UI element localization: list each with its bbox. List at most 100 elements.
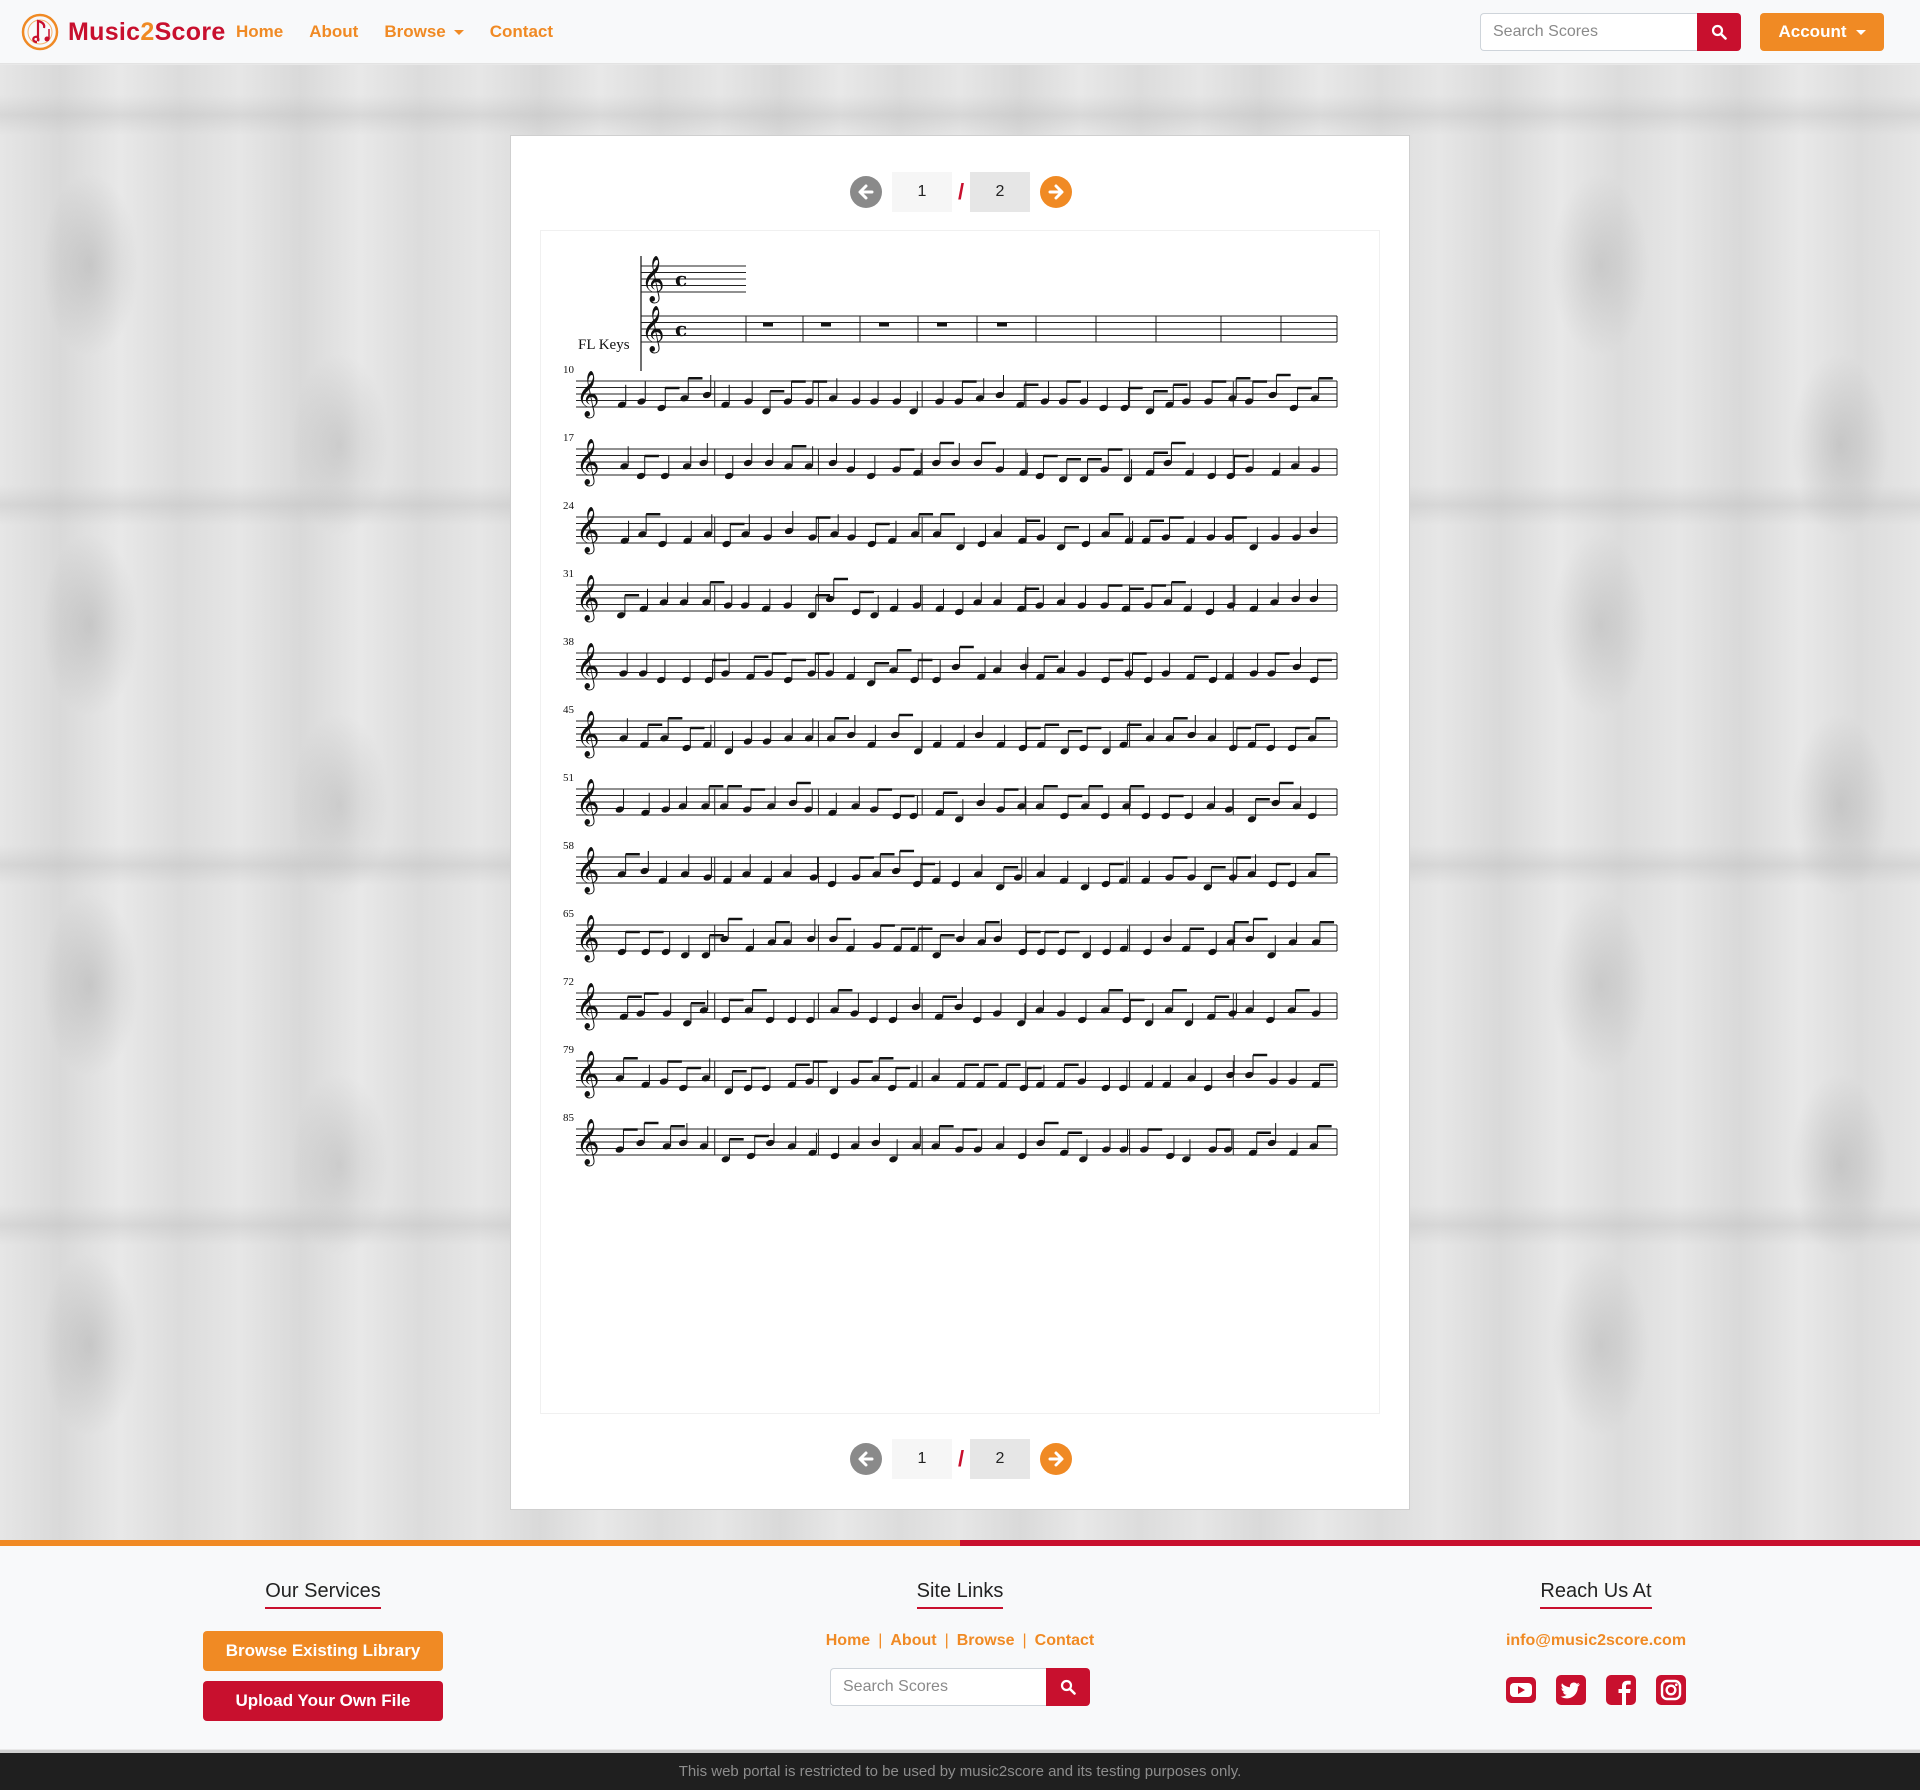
score-header-system: 𝄞 c 𝄞 c FL Keys [578, 256, 1338, 371]
music-system: 𝄞85 [563, 1112, 1338, 1167]
arrow-left-icon [858, 184, 874, 200]
chevron-down-icon [453, 29, 464, 35]
svg-text:24: 24 [563, 500, 575, 512]
disclaimer-text: This web portal is restricted to be used… [678, 1763, 1242, 1780]
page-navigator-bottom: 1 / 2 [511, 1439, 1411, 1479]
link-separator: | [1022, 1632, 1027, 1649]
prev-page-button[interactable] [850, 176, 882, 208]
next-page-button[interactable] [1040, 176, 1072, 208]
page-navigator-top: 1 / 2 [511, 172, 1411, 212]
contact-email-link[interactable]: info@music2score.com [1506, 1632, 1686, 1650]
music-system: 𝄞72 [563, 976, 1338, 1031]
svg-text:58: 58 [563, 840, 575, 852]
svg-text:𝄞: 𝄞 [576, 643, 600, 691]
services-title: Our Services [265, 1580, 381, 1609]
svg-text:65: 65 [563, 908, 575, 920]
nav-search-button[interactable] [1697, 13, 1741, 51]
nav-home[interactable]: Home [236, 22, 283, 42]
svg-text:72: 72 [563, 976, 574, 988]
footer-link-browse[interactable]: Browse [957, 1632, 1015, 1650]
prev-page-button[interactable] [850, 1443, 882, 1475]
browse-library-button[interactable]: Browse Existing Library [203, 1631, 443, 1671]
next-page-button[interactable] [1040, 1443, 1072, 1475]
current-page-field[interactable]: 1 [892, 172, 952, 212]
music-system: 𝄞31 [563, 568, 1338, 623]
svg-text:𝄞: 𝄞 [576, 915, 600, 963]
footer-link-about[interactable]: About [890, 1632, 936, 1650]
music-logo-icon [21, 13, 59, 51]
svg-text:𝄞: 𝄞 [576, 711, 600, 759]
svg-text:85: 85 [563, 1112, 575, 1124]
music-system: 𝄞45 [563, 704, 1338, 759]
svg-text:45: 45 [563, 704, 575, 716]
page-separator: / [957, 179, 965, 204]
sheet-music-page: 𝄞 c 𝄞 c FL Keys 𝄞 10 𝄞 17 𝄞 24 𝄞 31 𝄞 38 𝄞 45 𝄞 51 𝄞 58 𝄞 6… [541, 231, 1379, 1413]
main-nav: Home About Browse Contact [236, 0, 579, 64]
svg-text:𝄞: 𝄞 [576, 983, 600, 1031]
account-dropdown-button[interactable]: Account [1760, 13, 1884, 51]
current-page-field[interactable]: 1 [892, 1439, 952, 1479]
nav-contact[interactable]: Contact [490, 22, 553, 42]
search-icon [1060, 1679, 1076, 1695]
svg-text:𝄞: 𝄞 [576, 575, 600, 623]
svg-text:17: 17 [563, 432, 575, 444]
music-system: 𝄞10 [563, 364, 1338, 419]
svg-text:𝄞: 𝄞 [641, 256, 665, 304]
music-system: 𝄞79 [563, 1044, 1338, 1099]
footer-search-form [830, 1668, 1090, 1706]
link-separator: | [944, 1632, 949, 1649]
nav-about[interactable]: About [309, 22, 358, 42]
svg-text:c: c [675, 267, 687, 291]
brand-link[interactable]: Music2Score [20, 12, 226, 52]
svg-text:38: 38 [563, 636, 575, 648]
nav-search-form [1480, 13, 1741, 51]
footer-links: Home | About | Browse | Contact [826, 1632, 1094, 1650]
nav-search-input[interactable] [1480, 13, 1697, 51]
svg-text:𝄞: 𝄞 [576, 847, 600, 895]
instagram-icon[interactable] [1655, 1674, 1687, 1706]
arrow-right-icon [1048, 1451, 1064, 1467]
svg-text:𝄞: 𝄞 [641, 306, 665, 354]
music-system: 𝄞65 [563, 908, 1338, 963]
score-viewer-card: 1 / 2 𝄞 c 𝄞 c FL Keys 𝄞 10 𝄞 17 𝄞 24 𝄞 31 𝄞 38 𝄞 45 𝄞 5… [510, 135, 1410, 1510]
nav-browse-dropdown[interactable]: Browse [384, 22, 464, 42]
sheet-music-notation: 𝄞 c 𝄞 c FL Keys 𝄞10𝄞17𝄞24𝄞31𝄞38𝄞45𝄞51𝄞58𝄞6… [563, 256, 1338, 1167]
total-pages: 2 [970, 1439, 1030, 1479]
contact-title: Reach Us At [1540, 1580, 1652, 1609]
svg-text:𝄞: 𝄞 [576, 1119, 600, 1167]
facebook-icon[interactable] [1605, 1674, 1637, 1706]
background-texture [0, 95, 1920, 135]
top-navbar: Music2Score Home About Browse Contact Ac… [0, 0, 1920, 64]
svg-text:𝄞: 𝄞 [576, 779, 600, 827]
instrument-label: FL Keys [578, 337, 630, 353]
nav-browse-label: Browse [384, 22, 446, 41]
music-system: 𝄞17 [563, 432, 1338, 487]
footer-site-links: Site Links Home | About | Browse | Conta… [640, 1546, 1280, 1706]
music-system: 𝄞24 [563, 500, 1338, 555]
youtube-icon[interactable] [1505, 1674, 1537, 1706]
footer-services: Our Services Browse Existing Library Upl… [3, 1546, 643, 1721]
svg-text:𝄞: 𝄞 [576, 439, 600, 487]
svg-text:𝄞: 𝄞 [576, 1051, 600, 1099]
svg-text:𝄞: 𝄞 [576, 507, 600, 555]
footer-link-home[interactable]: Home [826, 1632, 870, 1650]
svg-text:𝄞: 𝄞 [576, 371, 600, 419]
footer-search-input[interactable] [830, 1668, 1046, 1706]
footer-contact: Reach Us At info@music2score.com [1276, 1546, 1916, 1706]
upload-file-button[interactable]: Upload Your Own File [203, 1681, 443, 1721]
arrow-right-icon [1048, 184, 1064, 200]
brand-name: Music2Score [68, 17, 226, 46]
footer-link-contact[interactable]: Contact [1035, 1632, 1095, 1650]
footer-disclaimer: This web portal is restricted to be used… [0, 1750, 1920, 1790]
chevron-down-icon [1855, 29, 1866, 35]
svg-text:51: 51 [563, 772, 574, 784]
account-label: Account [1778, 22, 1847, 41]
twitter-icon[interactable] [1555, 1674, 1587, 1706]
svg-text:79: 79 [563, 1044, 575, 1056]
search-icon [1711, 24, 1727, 40]
svg-text:10: 10 [563, 364, 575, 376]
arrow-left-icon [858, 1451, 874, 1467]
music-system: 𝄞58 [563, 840, 1338, 895]
music-system: 𝄞51 [563, 772, 1338, 827]
footer-search-button[interactable] [1046, 1668, 1090, 1706]
